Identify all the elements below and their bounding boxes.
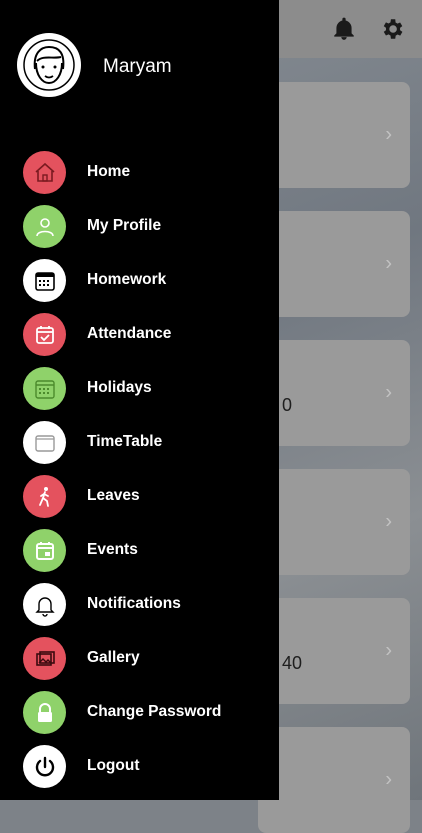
lock-icon [23,691,66,734]
power-icon [23,745,66,788]
menu-item-label: Change Password [87,703,222,720]
menu-item-label: Homework [87,271,167,288]
calendar-grid-icon [23,259,66,302]
menu-item-attendance[interactable]: Attendance [0,308,279,362]
dashboard-card[interactable]: 0 › [258,340,410,446]
chevron-right-icon: › [385,252,392,275]
dashboard-card[interactable]: › [258,727,410,833]
bell-icon[interactable] [331,16,357,42]
card-value: 0 [282,395,293,415]
calendar-check-icon [23,313,66,356]
home-icon [23,151,66,194]
menu-item-label: Home [87,163,131,180]
event-icon [23,529,66,572]
drawer-menu: Home My Profile Homework Attendance Holi… [0,146,279,794]
menu-item-label: My Profile [87,217,162,234]
gear-icon[interactable] [379,16,405,42]
menu-item-label: Holidays [87,379,152,396]
menu-item-gallery[interactable]: Gallery [0,632,279,686]
card-value: 40 [282,653,303,673]
menu-item-label: Leaves [87,487,140,504]
menu-item-home[interactable]: Home [0,146,279,200]
menu-item-timetable[interactable]: TimeTable [0,416,279,470]
menu-item-label: TimeTable [87,433,163,450]
menu-item-label: Attendance [87,325,172,342]
menu-item-holidays[interactable]: Holidays [0,362,279,416]
bell-icon [23,583,66,626]
calendar-icon [23,367,66,410]
dashboard-card[interactable]: › [258,82,410,188]
chevron-right-icon: › [385,639,392,662]
menu-item-label: Logout [87,757,140,774]
menu-item-label: Events [87,541,138,558]
profile-icon [23,205,66,248]
chevron-right-icon: › [385,123,392,146]
walking-icon [23,475,66,518]
menu-item-label: Notifications [87,595,181,612]
avatar[interactable] [17,33,81,97]
gallery-icon [23,637,66,680]
menu-item-notifications[interactable]: Notifications [0,578,279,632]
chevron-right-icon: › [385,381,392,404]
menu-item-my-profile[interactable]: My Profile [0,200,279,254]
menu-item-homework[interactable]: Homework [0,254,279,308]
user-name: Maryam [103,56,172,77]
menu-item-logout[interactable]: Logout [0,740,279,794]
menu-item-change-password[interactable]: Change Password [0,686,279,740]
chevron-right-icon: › [385,768,392,791]
dashboard-card[interactable]: › [258,211,410,317]
chevron-right-icon: › [385,510,392,533]
navigation-drawer: Maryam Home My Profile Homework Attendan… [0,0,279,800]
menu-item-label: Gallery [87,649,140,666]
menu-item-events[interactable]: Events [0,524,279,578]
dashboard-card[interactable]: › [258,469,410,575]
user-face-icon [23,39,75,91]
dashboard-card[interactable]: 40 › [258,598,410,704]
table-icon [23,421,66,464]
menu-item-leaves[interactable]: Leaves [0,470,279,524]
